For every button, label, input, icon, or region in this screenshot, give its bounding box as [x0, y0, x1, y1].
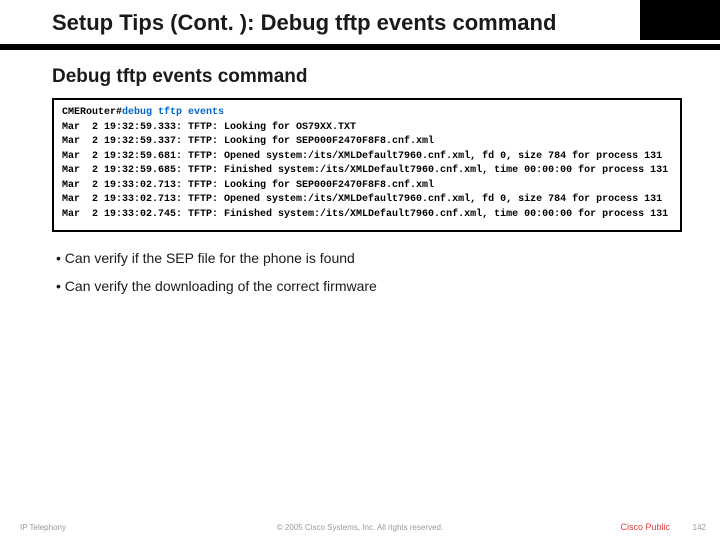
terminal-line: Mar 2 19:33:02.745: TFTP: Finished syste… [62, 209, 668, 220]
terminal-line: Mar 2 19:33:02.713: TFTP: Looking for SE… [62, 180, 434, 191]
terminal-line: Mar 2 19:32:59.681: TFTP: Opened system:… [62, 151, 662, 162]
terminal-command: debug tftp events [122, 107, 224, 118]
footer-page-number: 142 [693, 523, 706, 532]
section-subtitle: Debug tftp events command [52, 66, 682, 88]
terminal-line: Mar 2 19:32:59.337: TFTP: Looking for SE… [62, 136, 434, 147]
terminal-output: CMERouter#debug tftp events Mar 2 19:32:… [52, 98, 682, 232]
footer-left: IP Telephony [20, 523, 66, 532]
content-area: Debug tftp events command CMERouter#debu… [0, 50, 720, 294]
terminal-line: Mar 2 19:32:59.333: TFTP: Looking for OS… [62, 122, 356, 133]
slide-title: Setup Tips (Cont. ): Debug tftp events c… [0, 0, 560, 44]
bullet-item: Can verify if the SEP file for the phone… [56, 250, 682, 266]
bullet-item: Can verify the downloading of the correc… [56, 278, 682, 294]
corner-brand-block [640, 0, 720, 40]
bullet-list: Can verify if the SEP file for the phone… [52, 250, 682, 294]
terminal-line: Mar 2 19:33:02.713: TFTP: Opened system:… [62, 194, 662, 205]
terminal-line: Mar 2 19:32:59.685: TFTP: Finished syste… [62, 165, 668, 176]
footer-classification: Cisco Public [620, 522, 670, 532]
terminal-prompt: CMERouter# [62, 107, 122, 118]
footer-copyright: © 2005 Cisco Systems, Inc. All rights re… [277, 523, 443, 532]
